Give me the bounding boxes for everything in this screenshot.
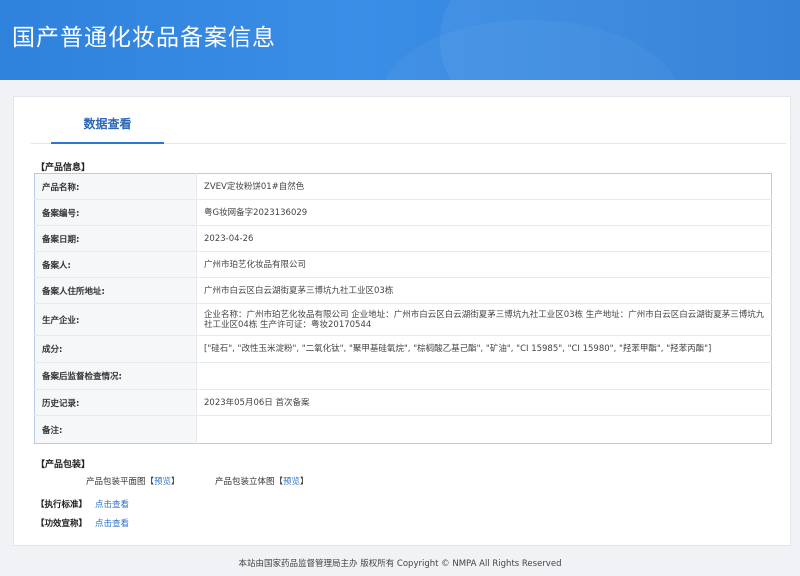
table-row: 备案人住所地址: 广州市白云区白云湖街夏茅三博坑九社工业区03栋 <box>34 277 772 304</box>
registrant-key: 备案人: <box>34 251 197 278</box>
manufacturer-value: 企业名称：广州市珀艺化妆品有限公司 企业地址：广州市白云区白云湖街夏茅三博坑九社… <box>196 303 772 336</box>
inspection-status-key: 备案后监督检查情况: <box>34 362 197 390</box>
standards-view-link[interactable]: 点击查看 <box>95 500 129 510</box>
table-row: 备注: <box>34 415 772 444</box>
inspection-status-value <box>196 362 772 390</box>
tab-bar: 数据查看 <box>31 97 786 144</box>
manufacturer-key: 生产企业: <box>34 303 197 336</box>
table-row: 成分: ["硅石", "改性玉米淀粉", "二氧化钛", "聚甲基硅氧烷", "… <box>34 335 772 363</box>
table-row: 生产企业: 企业名称：广州市珀艺化妆品有限公司 企业地址：广州市白云区白云湖街夏… <box>34 303 772 336</box>
site-header: 国产普通化妆品备案信息 <box>0 0 800 80</box>
product-info-table: 产品名称: ZVEV定妆粉饼01#自然色 备案编号: 粤G妆网备字2023136… <box>34 173 772 444</box>
registrant-value: 广州市珀艺化妆品有限公司 <box>196 251 772 278</box>
remarks-key: 备注: <box>34 415 197 444</box>
package-flat-label: 产品包装平面图 <box>86 477 146 487</box>
table-row: 备案后监督检查情况: <box>34 362 772 390</box>
packaging-section-title: 【产品包装】 <box>36 460 91 470</box>
registration-date-key: 备案日期: <box>34 225 197 252</box>
registrant-address-key: 备案人住所地址: <box>34 277 197 304</box>
package-flat-item: 产品包装平面图【预览】 <box>86 477 180 487</box>
site-title: 国产普通化妆品备案信息 <box>12 25 276 51</box>
ingredients-value: ["硅石", "改性玉米淀粉", "二氧化钛", "聚甲基硅氧烷", "棕榈酸乙… <box>196 335 772 363</box>
table-row: 备案编号: 粤G妆网备字2023136029 <box>34 199 772 226</box>
table-row: 备案人: 广州市珀艺化妆品有限公司 <box>34 251 772 278</box>
table-row: 备案日期: 2023-04-26 <box>34 225 772 252</box>
package-3d-item: 产品包装立体图【预览】 <box>215 477 309 487</box>
product-info-section-title: 【产品信息】 <box>36 163 91 173</box>
registration-number-key: 备案编号: <box>34 199 197 226</box>
efficacy-label: 【功效宣称】 <box>36 519 88 529</box>
registrant-address-value: 广州市白云区白云湖街夏茅三博坑九社工业区03栋 <box>196 277 772 304</box>
package-3d-preview-link[interactable]: 预览 <box>283 477 300 487</box>
remarks-value <box>197 416 772 444</box>
registration-number-value: 粤G妆网备字2023136029 <box>196 199 772 226</box>
standards-line: 【执行标准】 点击查看 <box>36 498 129 510</box>
footer: 本站由国家药品监督管理局主办 版权所有 Copyright © NMPA All… <box>238 559 562 569</box>
product-name-value: ZVEV定妆粉饼01#自然色 <box>196 173 772 200</box>
table-row: 产品名称: ZVEV定妆粉饼01#自然色 <box>34 173 772 200</box>
standards-label: 【执行标准】 <box>36 500 88 510</box>
history-value: 2023年05月06日 首次备案 <box>196 389 772 416</box>
product-name-key: 产品名称: <box>34 173 197 200</box>
package-flat-preview-link[interactable]: 预览 <box>154 477 171 487</box>
history-key: 历史记录: <box>34 389 197 416</box>
efficacy-view-link[interactable]: 点击查看 <box>95 519 129 529</box>
table-row: 历史记录: 2023年05月06日 首次备案 <box>34 389 772 416</box>
efficacy-line: 【功效宣称】 点击查看 <box>36 517 129 529</box>
ingredients-key: 成分: <box>34 335 197 363</box>
registration-date-value: 2023-04-26 <box>196 225 772 252</box>
package-3d-label: 产品包装立体图 <box>215 477 275 487</box>
tab-data-view[interactable]: 数据查看 <box>51 97 164 144</box>
main-panel: 数据查看 【产品信息】 产品名称: ZVEV定妆粉饼01#自然色 备案编号: 粤… <box>13 96 791 546</box>
